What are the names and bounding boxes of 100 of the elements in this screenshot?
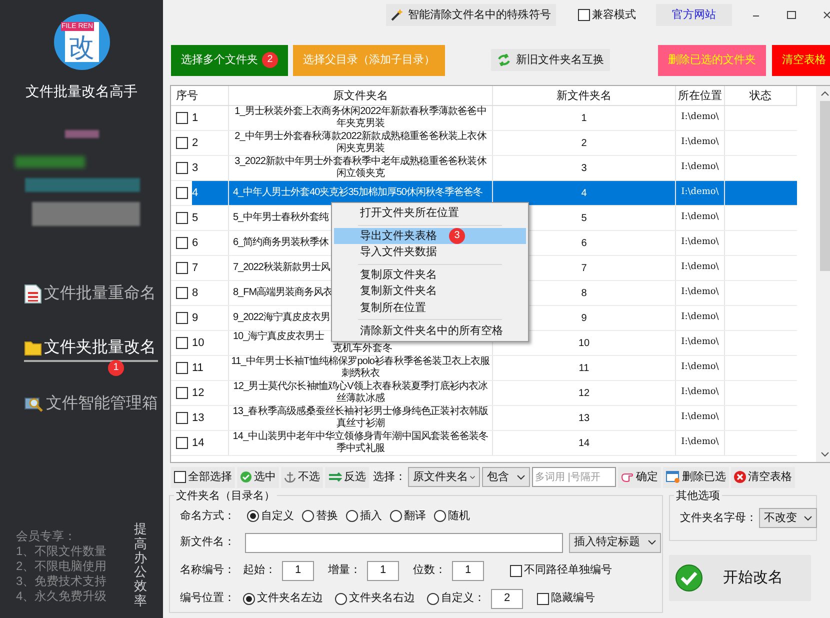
table-row[interactable]: 13 13_春秋季高级感桑蚕丝长袖衬衫男士修身纯色正装衬衣韩版真丝寸衫潮 13 I:\demo\ xyxy=(171,406,797,431)
menu-item[interactable]: 复制所在位置 xyxy=(334,300,526,316)
checkbox-label: 兼容模式 xyxy=(592,8,636,23)
column-header[interactable]: 序号 xyxy=(171,86,229,105)
checkbox[interactable] xyxy=(176,337,188,349)
table-cell-text: I:\demo\ xyxy=(681,136,719,150)
table-cell-text: I:\demo\ xyxy=(681,311,719,324)
table-row[interactable]: 1 1_男士秋装外套上衣商务休闲2022年新款春秋季薄款爸爸中年夹克男装 1 I:\demo\ xyxy=(171,106,797,131)
table-row[interactable]: 12 12_男士莫代尔长袖t恤鸡心V领上衣春秋装夏季打底衫内衣冰丝薄款冰感 12 I:\demo\ xyxy=(171,381,797,406)
scroll-thumb[interactable] xyxy=(820,101,830,271)
column-header[interactable]: 所在位置 xyxy=(676,86,725,105)
checkbox[interactable] xyxy=(176,387,188,399)
new-name-field[interactable] xyxy=(245,532,563,552)
case-select[interactable]: 不改变 xyxy=(759,508,817,528)
checkbox[interactable] xyxy=(176,437,188,449)
keyword-field[interactable]: 多词用 |号隔开 xyxy=(532,467,616,487)
checkbox[interactable] xyxy=(176,112,188,124)
action-button[interactable]: 选择多个文件夹 2 xyxy=(171,44,288,76)
number-field[interactable]: 1 xyxy=(452,560,484,580)
table-cell-text: 3_2022新款中年男士外套春秋季中老年成熟稳重爸爸秋装休闲立领夹克 xyxy=(234,156,488,180)
table-row[interactable]: 11 11_中年男士长袖T恤纯棉保罗polo衫春秋季爸爸装卫衣上衣服刺绣秋衣 11 I:\demo\ xyxy=(171,356,797,381)
clear-table-button[interactable]: 清空表格 xyxy=(731,466,795,488)
delete-selected-button[interactable]: 删除已选 xyxy=(663,466,729,488)
member-heading: 会员专享： xyxy=(16,529,77,544)
select-all-checkbox[interactable]: 全部选择 xyxy=(171,466,235,488)
radio-label: 翻译 xyxy=(404,509,426,524)
insert-title-select[interactable]: 插入特定标题 xyxy=(569,532,661,552)
radio-button[interactable] xyxy=(434,510,446,522)
radio-label: 自定义 xyxy=(261,508,294,524)
number-field[interactable]: 1 xyxy=(282,560,314,580)
table-cell-text: I:\demo\ xyxy=(681,336,719,350)
checkbox[interactable] xyxy=(176,362,188,374)
nav-item[interactable]: 文件夹批量改名 xyxy=(24,336,158,362)
step-marker: 1 xyxy=(108,360,124,376)
deselect-button[interactable]: 不选 xyxy=(281,466,323,488)
menu-item[interactable]: 复制新文件夹名 xyxy=(334,283,526,300)
select-button[interactable]: 选中 xyxy=(237,466,279,488)
checkbox[interactable] xyxy=(578,9,590,21)
checkbox[interactable] xyxy=(176,162,188,174)
table-cell-text: 2 xyxy=(581,136,587,150)
checkbox[interactable] xyxy=(537,592,549,604)
table-cell-text: I:\demo\ xyxy=(681,261,719,274)
column-header[interactable]: 状态 xyxy=(725,86,797,105)
table-cell-text: 14 xyxy=(578,436,590,450)
table-row[interactable]: 4 4_中年人男士外套40夹克衫35加棉加厚50休闲秋冬季爸爸冬 4 I:\demo\ xyxy=(171,181,797,206)
checkbox[interactable] xyxy=(176,287,188,299)
start-rename-button[interactable]: 开始改名 xyxy=(669,555,811,601)
scroll-up-icon[interactable] xyxy=(821,91,829,96)
swap-button[interactable]: 新旧文件夹名互换 xyxy=(491,49,610,71)
action-button[interactable]: 清空表格 xyxy=(772,44,830,76)
scrollbar[interactable] xyxy=(816,86,830,462)
checkbox[interactable] xyxy=(510,564,522,576)
menu-item[interactable]: 导出文件夹表格 3 xyxy=(334,228,526,244)
column-header[interactable]: 原文件夹名 xyxy=(229,86,493,105)
mode-select[interactable]: 包含 xyxy=(482,467,530,487)
table-cell-text: 10 xyxy=(192,336,206,351)
website-link[interactable]: 官方网站 xyxy=(656,4,732,26)
radio-button[interactable] xyxy=(335,592,347,604)
table-cell-text: 13 xyxy=(578,412,590,426)
check-circle-icon xyxy=(240,471,252,483)
checkbox[interactable] xyxy=(176,187,188,199)
table-row[interactable]: 2 2_中年男士外套春秋薄款2022新款成熟稳重爸爸秋装上衣休闲夹克男装 2 I:\demo\ xyxy=(171,131,797,156)
hand-icon xyxy=(621,471,634,483)
invert-button[interactable]: 反选 xyxy=(325,466,369,488)
radio-button[interactable] xyxy=(427,592,439,604)
checkbox[interactable] xyxy=(174,471,186,483)
table-cell-text: 13 xyxy=(192,411,206,426)
table-cell: 9_2022海宁真皮皮衣男 xyxy=(233,312,330,324)
field-select[interactable]: 原文件夹名 xyxy=(408,467,480,487)
checkbox[interactable] xyxy=(176,237,188,249)
nav-label: 文件夹批量改名 xyxy=(44,338,156,358)
number-field[interactable]: 2 xyxy=(491,588,523,608)
close-icon[interactable] xyxy=(823,11,830,19)
table-cell: 11_中年男士长袖T恤纯棉保罗polo衫春秋季爸爸装卫衣上衣服刺绣秋衣 xyxy=(231,356,490,380)
menu-item[interactable]: 打开文件夹所在位置 xyxy=(334,205,526,222)
menu-item[interactable]: 导入文件夹数据 xyxy=(334,244,526,261)
radio-button[interactable] xyxy=(243,592,255,604)
menu-item[interactable]: 复制原文件夹名 xyxy=(334,266,526,284)
checkbox[interactable] xyxy=(176,262,188,274)
checkbox[interactable] xyxy=(176,412,188,424)
radio-label: 随机 xyxy=(448,509,470,524)
radio-button[interactable] xyxy=(390,510,402,522)
checkbox[interactable] xyxy=(176,312,188,324)
radio-button[interactable] xyxy=(346,510,358,522)
checkbox[interactable] xyxy=(176,212,188,224)
nav-item[interactable]: 文件批量重命名 xyxy=(24,282,158,306)
number-field[interactable]: 1 xyxy=(367,560,399,580)
confirm-button[interactable]: 确定 xyxy=(618,466,661,488)
checkbox[interactable] xyxy=(176,137,188,149)
table-row[interactable]: 14 14_中山装男中老年中华立领修身青年潮中国风套装爸爸装冬季中式礼服 14 I:\demo\ xyxy=(171,431,797,456)
radio-button[interactable] xyxy=(247,510,259,522)
column-header[interactable]: 新文件夹名 xyxy=(493,86,676,105)
maximize-icon[interactable] xyxy=(787,11,796,19)
radio-button[interactable] xyxy=(302,510,314,522)
nav-item[interactable]: 文件智能管理箱 xyxy=(24,392,158,416)
field-label: 新文件名： xyxy=(180,534,235,550)
clean-symbols-button[interactable]: 智能清除文件名中的特殊符号 xyxy=(386,4,556,26)
table-cell-text: 1_男士秋装外套上衣商务休闲2022年新款春秋季薄款爸爸中年夹克男装 xyxy=(234,106,488,130)
caret-icon xyxy=(804,516,812,520)
scroll-down-icon[interactable] xyxy=(821,452,829,457)
